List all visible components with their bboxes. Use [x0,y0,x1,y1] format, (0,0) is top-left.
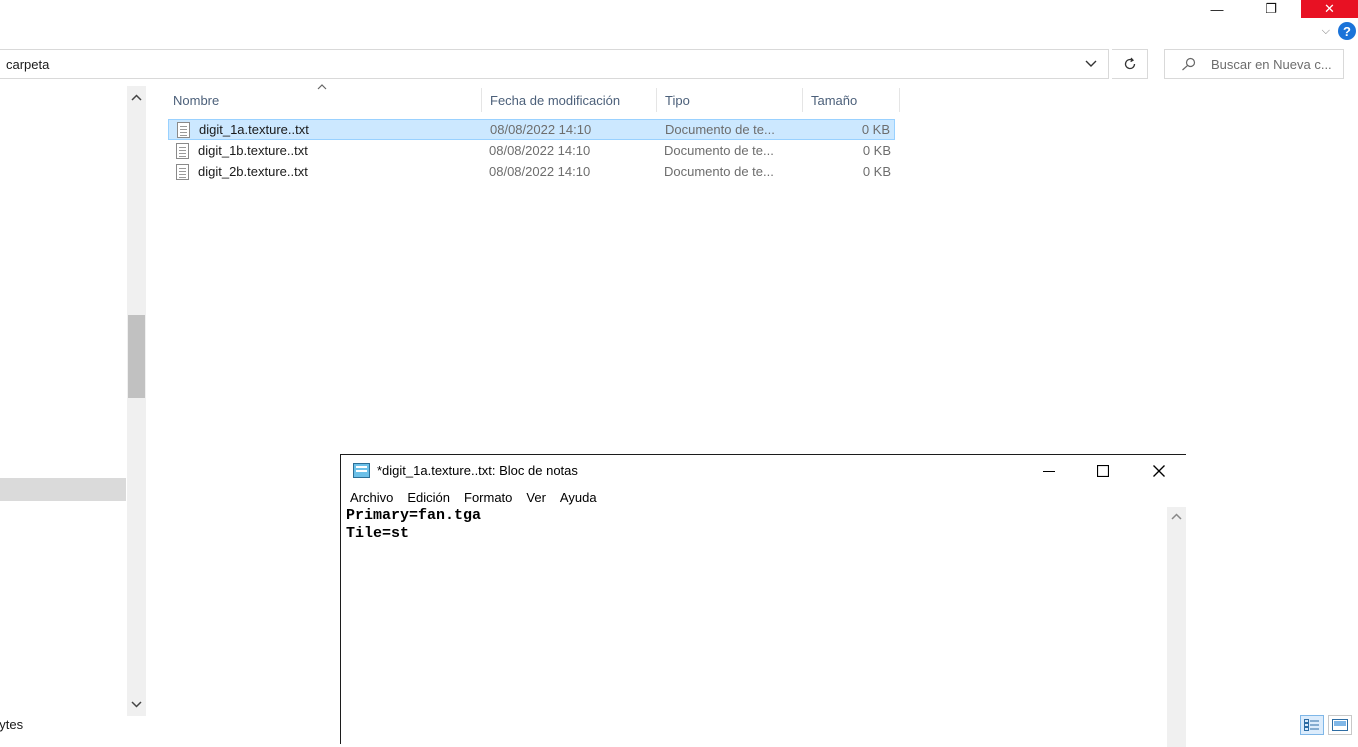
refresh-icon [1124,57,1135,70]
notepad-title-bar[interactable]: *digit_1a.texture..txt: Bloc de notas [341,455,1186,487]
address-bar[interactable]: carpeta [0,49,1109,79]
close-icon: ✕ [1324,1,1335,16]
column-header-date[interactable]: Fecha de modificación [482,88,657,112]
chevron-down-icon [1085,60,1097,67]
file-name: digit_2b.texture..txt [198,164,308,179]
search-input[interactable]: Buscar en Nueva c... [1164,49,1344,79]
scroll-thumb[interactable] [128,315,145,398]
large-icons-view-button[interactable] [1328,715,1352,735]
notepad-icon [353,463,370,478]
column-header-size[interactable]: Tamaño [803,88,900,112]
file-name: digit_1b.texture..txt [198,143,308,158]
file-row[interactable]: digit_1b.texture..txt 08/08/2022 14:10 D… [168,141,895,162]
file-row[interactable]: digit_2b.texture..txt 08/08/2022 14:10 D… [168,162,895,183]
large-icons-view-icon [1332,719,1348,731]
search-icon [1182,57,1196,71]
status-bar-text: bytes [0,717,24,732]
file-date: 08/08/2022 14:10 [489,164,591,179]
column-header-name[interactable]: Nombre [165,88,482,112]
help-icon[interactable]: ? [1338,22,1356,40]
nav-pane-selected-item[interactable] [0,478,126,501]
maximize-icon [1097,465,1109,477]
column-label: Fecha de modificación [490,92,621,108]
column-label: Tipo [665,92,690,108]
file-size: 0 KB [862,164,891,179]
menu-ayuda[interactable]: Ayuda [560,490,603,505]
file-date: 08/08/2022 14:10 [490,122,592,137]
minimize-icon: — [1210,1,1224,17]
text-file-icon [176,164,189,180]
close-button[interactable]: ✕ [1301,0,1358,18]
scroll-up-arrow-icon[interactable] [127,88,146,106]
nav-pane-scrollbar[interactable] [127,86,146,716]
refresh-button[interactable] [1112,49,1148,79]
column-label: Nombre [173,92,220,108]
restore-icon: ❐ [1265,1,1277,16]
text-file-icon [177,122,190,138]
file-size: 0 KB [862,143,891,158]
notepad-menu-bar: Archivo Edición Formato Ver Ayuda [341,487,611,507]
close-icon [1153,465,1165,477]
search-placeholder: Buscar en Nueva c... [1211,56,1332,72]
notepad-maximize-button[interactable] [1076,455,1130,487]
notepad-close-button[interactable] [1132,455,1186,487]
menu-archivo[interactable]: Archivo [350,490,399,505]
notepad-scrollbar[interactable] [1167,507,1186,747]
restore-button[interactable]: ❐ [1248,0,1294,18]
menu-ver[interactable]: Ver [526,490,552,505]
file-name: digit_1a.texture..txt [199,122,309,137]
notepad-window[interactable]: *digit_1a.texture..txt: Bloc de notas Ar… [340,454,1186,747]
menu-formato[interactable]: Formato [464,490,518,505]
notepad-title: *digit_1a.texture..txt: Bloc de notas [377,463,578,478]
address-path: carpeta [6,56,50,72]
file-type: Documento de te... [664,164,774,179]
file-size: 0 KB [861,122,890,137]
view-switcher [1300,715,1352,735]
column-label: Tamaño [811,92,858,108]
address-dropdown-button[interactable] [1074,50,1108,78]
text-line: Primary=fan.tga [346,507,482,524]
menu-edicion[interactable]: Edición [407,490,456,505]
file-date: 08/08/2022 14:10 [489,143,591,158]
expand-ribbon-chevron-icon[interactable]: ⌵ [1322,25,1330,38]
file-row[interactable]: digit_1a.texture..txt 08/08/2022 14:10 D… [168,119,895,140]
column-header-type[interactable]: Tipo [657,88,803,112]
minimize-button[interactable]: — [1194,0,1240,18]
file-type: Documento de te... [665,122,775,137]
file-type: Documento de te... [664,143,774,158]
details-view-icon [1304,719,1319,731]
notepad-text-area[interactable]: Primary=fan.tga Tile=st [346,507,1166,747]
details-view-button[interactable] [1300,715,1324,735]
text-file-icon [176,143,189,159]
scroll-up-arrow-icon[interactable] [1167,507,1186,525]
ribbon-controls: ⌵ ? [1298,20,1358,42]
minimize-icon [1043,471,1055,472]
scroll-down-arrow-icon[interactable] [127,695,146,713]
notepad-minimize-button[interactable] [1022,455,1076,487]
text-line: Tile=st [346,525,410,542]
